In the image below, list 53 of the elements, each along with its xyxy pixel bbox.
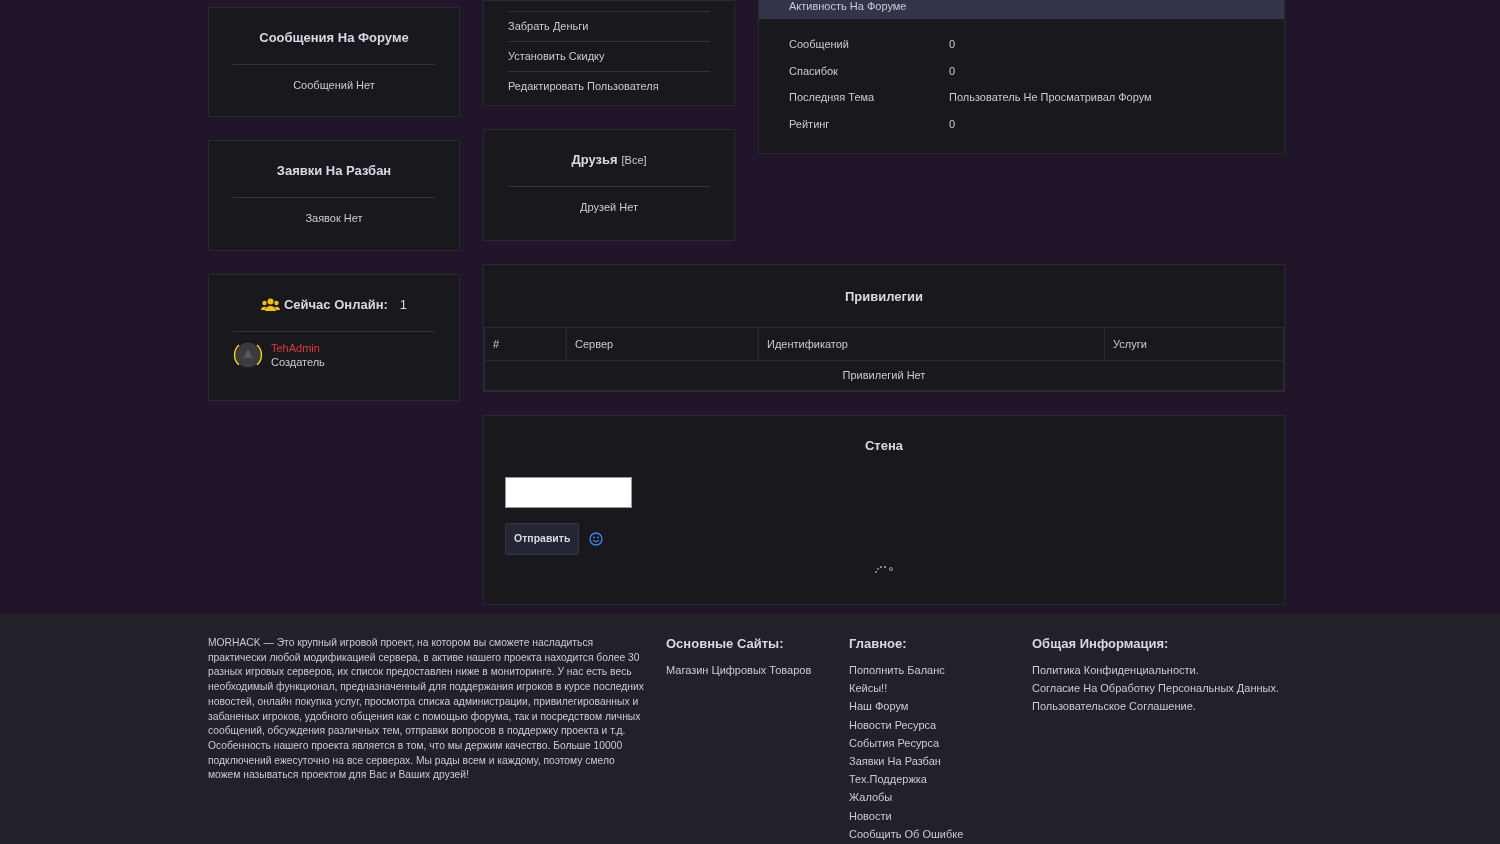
loading-icon — [874, 565, 894, 575]
card-title: Сейчас Онлайн: — [283, 296, 388, 314]
footer-link[interactable]: События Ресурса — [849, 736, 1032, 750]
footer-link[interactable]: Кейсы!! — [849, 682, 1032, 696]
stat-label: Последняя Тема — [789, 90, 876, 105]
footer-link[interactable]: Тех.Поддержка — [849, 773, 1032, 787]
footer-link[interactable]: Магазин Цифровых Товаров — [666, 664, 849, 677]
column-header: Идентификатор — [758, 327, 1105, 361]
card-title: Друзья — [571, 152, 618, 167]
footer-link[interactable]: Жалобы — [849, 791, 1032, 805]
footer-link[interactable]: Заявки На Разбан — [849, 754, 1032, 768]
column-header: Услуги — [1104, 327, 1284, 361]
footer-heading: Основные Сайты: — [666, 636, 785, 652]
footer-link[interactable]: Политика Конфиденциальности. — [1032, 664, 1280, 677]
input-field[interactable] — [505, 477, 632, 508]
stat-label: Рейтинг — [789, 116, 831, 132]
footer-heading: Главное: — [849, 636, 908, 652]
menu-item[interactable]: Забрать Деньги — [508, 11, 710, 41]
section-header: Активность На Форуме — [759, 0, 1284, 19]
online-count: 1 — [399, 296, 408, 314]
card-title: Стена — [863, 436, 905, 455]
stat-value: 0 — [949, 63, 956, 79]
empty-message: Друзей Нет — [579, 199, 639, 215]
card-title: Сообщения На Форуме — [258, 29, 410, 47]
all-link[interactable]: [Все] — [621, 154, 647, 166]
column-header: Сервер — [566, 327, 759, 361]
stat-label: Сообщений — [789, 37, 850, 52]
empty-message: Сообщений Нет — [292, 77, 376, 93]
footer-heading: Общая Информация: — [1032, 636, 1170, 652]
stat-value: 0 — [949, 37, 956, 52]
footer-link[interactable]: Новости — [849, 809, 1032, 823]
column-header: # — [484, 327, 567, 361]
menu-item[interactable]: Редактировать Пользователя — [508, 71, 710, 101]
footer-link[interactable]: Наш Форум — [849, 700, 1032, 714]
empty-message: Привилегий Нет — [484, 360, 1284, 390]
footer-link[interactable]: Новости Ресурса — [849, 718, 1032, 732]
send-button[interactable]: Отправить — [505, 523, 580, 555]
footer-link[interactable]: Сообщить Об Ошибке — [849, 827, 1032, 841]
users-icon — [260, 298, 280, 312]
stat-value: 0 — [949, 116, 956, 132]
card-title: Привилегии — [844, 288, 924, 306]
menu-item[interactable]: Установить Скидку — [508, 41, 710, 71]
card-title: Заявки На Разбан — [275, 162, 393, 180]
user-name[interactable]: TehAdmin — [271, 340, 325, 355]
about-text: MORHACK — Это крупный игровой проект, на котором вы сможете насладиться практически любой модификацией сервера, в активе нашего проекта находится более 30 разных игровых серверов, их список предоставлен ниже в мониторинге. У нас есть весь необходимый функционал, предназначенный для поддержания игроков в курсе последних новостей, онлайн покупка услуг, просмотра списка администрации, привилегированных и забаненых игроков, удобного общения как с помощью форума, так и посредством личных сообщений, обсуждения различных тем, отправки вопросов в поддержку проекта и т.д. Особенность нашего проекта является в том, что мы держим качество. Больше 10000 подключений ежесуточно на все серверах. Мы рады всем и каждому, поэтому смело можем называться проектом для Вас и Ваших друзей! — [208, 636, 645, 783]
empty-message: Заявок Нет — [304, 210, 364, 226]
stat-label: Спасибок — [789, 63, 839, 79]
footer-link[interactable]: Согласие На Обработку Персональных Данных. — [1032, 682, 1280, 696]
footer-link[interactable]: Пополнить Баланс — [849, 664, 1032, 677]
user-role: Создатель — [271, 354, 325, 369]
smiley-icon[interactable] — [589, 531, 604, 546]
stat-value: Пользователь Не Просматривал Форум — [949, 90, 1152, 105]
footer-link[interactable]: Пользовательское Соглашение. — [1032, 700, 1280, 714]
